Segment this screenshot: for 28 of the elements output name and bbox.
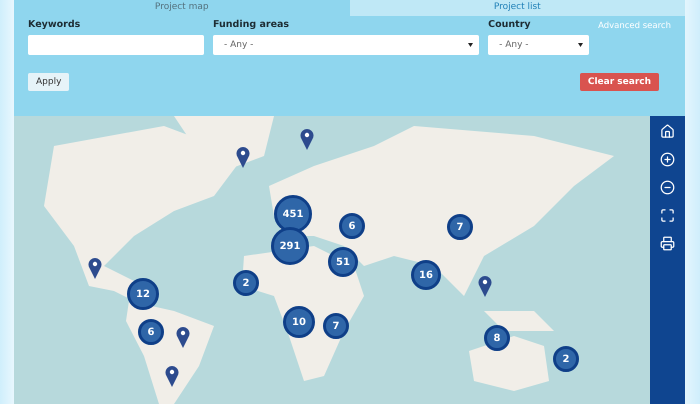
- field-label: Funding areas: [213, 19, 290, 30]
- field-label: Country: [488, 19, 532, 30]
- tab[interactable]: Project list: [350, 0, 685, 16]
- map-pin-icon[interactable]: [236, 146, 250, 168]
- field-label: Keywords: [28, 19, 82, 30]
- clear-search-button[interactable]: Clear search: [580, 73, 659, 91]
- fullscreen-icon: [660, 208, 675, 223]
- home-button[interactable]: [660, 124, 675, 139]
- caret-icon: [578, 43, 584, 47]
- tab[interactable]: Project map: [14, 0, 350, 16]
- zoom-out-button[interactable]: [660, 180, 675, 195]
- map-pin-icon[interactable]: [165, 365, 179, 387]
- country-dropdown[interactable]: - Any -: [488, 35, 590, 55]
- zoom-in-button[interactable]: [660, 152, 675, 167]
- zoom-out-icon: [660, 180, 675, 195]
- map-pin-icon[interactable]: [300, 128, 314, 150]
- print-button[interactable]: [660, 236, 675, 251]
- funding-areas-dropdown[interactable]: - Any -: [213, 35, 480, 55]
- map-pin-icon[interactable]: [176, 326, 190, 348]
- zoom-in-icon: [660, 152, 675, 167]
- printer-icon: [660, 236, 675, 251]
- fullscreen-button[interactable]: [660, 208, 675, 223]
- caret-icon: [468, 43, 474, 47]
- apply-button[interactable]: Apply: [28, 73, 70, 91]
- home-icon: [660, 124, 675, 139]
- map-pin-icon[interactable]: [88, 257, 102, 279]
- map-pin-icon[interactable]: [478, 275, 492, 297]
- keywords-field[interactable]: [28, 35, 204, 55]
